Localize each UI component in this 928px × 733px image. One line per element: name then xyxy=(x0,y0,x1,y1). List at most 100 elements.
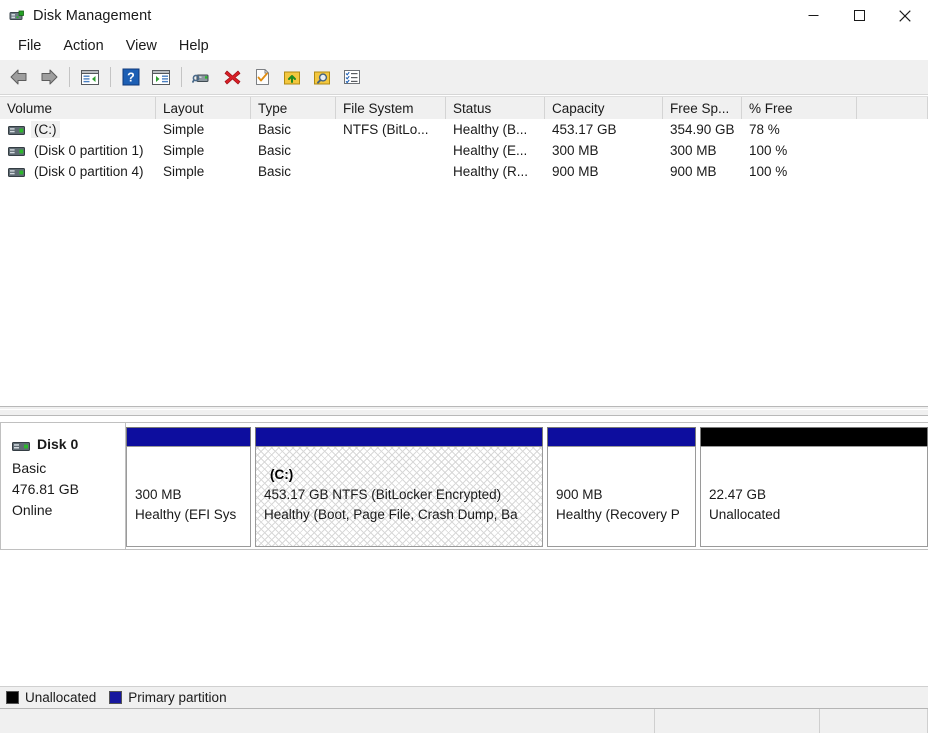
cell-text-free_space: 354.90 GB xyxy=(670,122,735,137)
legend-swatch xyxy=(109,691,123,704)
menu-file[interactable]: File xyxy=(7,35,52,57)
cell-text-capacity: 300 MB xyxy=(552,143,599,158)
menu-action[interactable]: Action xyxy=(52,35,114,57)
volume-name: (Disk 0 partition 4) xyxy=(34,164,144,179)
forward-button[interactable] xyxy=(35,63,63,91)
partition-size: 453.17 GB NTFS (BitLocker Encrypted) xyxy=(264,487,502,502)
column-type[interactable]: Type xyxy=(251,97,336,119)
status-pane-2 xyxy=(655,709,820,733)
partition-c[interactable]: (C:) 453.17 GB NTFS (BitLocker Encrypted)… xyxy=(255,427,543,547)
cell-volume: (Disk 0 partition 1) xyxy=(0,140,156,161)
svg-text:?: ? xyxy=(127,71,135,85)
cell-text-percent_free: 100 % xyxy=(749,143,788,158)
partition-body: 900 MB Healthy (Recovery P xyxy=(547,446,696,547)
table-row[interactable]: (Disk 0 partition 4) Simple Basic Healthy (… xyxy=(0,161,928,182)
legend-bar: Unallocated Primary partition xyxy=(0,686,928,708)
volume-icon xyxy=(8,124,25,135)
legend-unallocated: Unallocated xyxy=(6,690,96,705)
back-button[interactable] xyxy=(5,63,33,91)
partition-unallocated[interactable]: 22.47 GB Unallocated xyxy=(700,427,928,547)
disk-size: 476.81 GB xyxy=(12,481,79,497)
disk-info-panel[interactable]: Disk 0 Basic 476.81 GB Online xyxy=(0,422,126,550)
disk-type: Basic xyxy=(12,460,47,476)
legend-label: Unallocated xyxy=(25,690,97,705)
menu-bar: File Action View Help xyxy=(0,31,928,60)
legend-primary-partition: Primary partition xyxy=(109,690,227,705)
column-capacity[interactable]: Capacity xyxy=(545,97,663,119)
cell-text-free_space: 300 MB xyxy=(670,143,717,158)
partition-status: Healthy (Recovery P xyxy=(556,507,680,522)
help-button[interactable]: ? xyxy=(117,63,145,91)
detail-view-button[interactable] xyxy=(338,63,366,91)
cell-text-status: Healthy (R... xyxy=(453,164,529,179)
column-free-space[interactable]: Free Sp... xyxy=(663,97,742,119)
cell-layout: Simple xyxy=(156,119,251,140)
disk-management-icon xyxy=(9,8,25,24)
partition-body: (C:) 453.17 GB NTFS (BitLocker Encrypted)… xyxy=(255,446,543,547)
find-button[interactable] xyxy=(308,63,336,91)
partition-recovery[interactable]: 900 MB Healthy (Recovery P xyxy=(547,427,696,547)
cell-text-percent_free: 78 % xyxy=(749,122,780,137)
toolbar-separator xyxy=(69,67,70,87)
column-file-system[interactable]: File System xyxy=(336,97,446,119)
export-list-button[interactable] xyxy=(278,63,306,91)
column-filler[interactable] xyxy=(857,97,928,119)
cell-text-capacity: 900 MB xyxy=(552,164,599,179)
partition-capacity-bar xyxy=(700,427,928,446)
cell-status: Healthy (E... xyxy=(446,140,545,161)
partition-strip: 300 MB Healthy (EFI Sys (C:) 453.17 GB NTFS… xyxy=(126,422,928,550)
volume-icon xyxy=(8,145,25,156)
cell-type: Basic xyxy=(251,161,336,182)
cell-status: Healthy (R... xyxy=(446,161,545,182)
rescan-disks-button[interactable] xyxy=(188,63,216,91)
title-bar: Disk Management xyxy=(0,0,928,31)
partition-capacity-bar xyxy=(547,427,696,446)
partition-label-spacer xyxy=(709,465,927,485)
partition-efi[interactable]: 300 MB Healthy (EFI Sys xyxy=(126,427,251,547)
column-status[interactable]: Status xyxy=(446,97,545,119)
cell-free_space: 300 MB xyxy=(663,140,742,161)
cell-percent_free: 100 % xyxy=(742,140,857,161)
menu-view[interactable]: View xyxy=(115,35,168,57)
disk-icon xyxy=(12,439,30,451)
disk-row: Disk 0 Basic 476.81 GB Online 300 MB Heal… xyxy=(0,422,928,550)
partition-label-spacer xyxy=(135,465,250,485)
volume-list: Volume Layout Type File System Status Capacit… xyxy=(0,96,928,408)
column-layout[interactable]: Layout xyxy=(156,97,251,119)
partition-body: 300 MB Healthy (EFI Sys xyxy=(126,446,251,547)
menu-help[interactable]: Help xyxy=(168,35,220,57)
partition-size: 300 MB xyxy=(135,487,182,502)
cell-text-layout: Simple xyxy=(163,164,205,179)
cell-capacity: 900 MB xyxy=(545,161,663,182)
table-row[interactable]: (C:) Simple Basic NTFS (BitLo... Healthy (B.… xyxy=(0,119,928,140)
cell-text-percent_free: 100 % xyxy=(749,164,788,179)
cell-volume: (Disk 0 partition 4) xyxy=(0,161,156,182)
cell-capacity: 453.17 GB xyxy=(545,119,663,140)
cell-type: Basic xyxy=(251,140,336,161)
table-row[interactable]: (Disk 0 partition 1) Simple Basic Healthy (… xyxy=(0,140,928,161)
show-hide-action-pane-button[interactable] xyxy=(147,63,175,91)
toolbar-separator xyxy=(110,67,111,87)
volume-icon xyxy=(8,166,25,177)
minimize-button[interactable] xyxy=(790,0,836,31)
partition-status: Healthy (Boot, Page File, Crash Dump, Ba xyxy=(264,507,518,522)
column-volume[interactable]: Volume xyxy=(0,97,156,119)
cell-file_system: NTFS (BitLo... xyxy=(336,119,446,140)
pane-splitter[interactable] xyxy=(0,406,928,416)
maximize-button[interactable] xyxy=(836,0,882,31)
cell-text-free_space: 900 MB xyxy=(670,164,717,179)
cell-text-status: Healthy (B... xyxy=(453,122,528,137)
close-button[interactable] xyxy=(882,0,928,31)
column-percent-free[interactable]: % Free xyxy=(742,97,857,119)
volume-list-rows: (C:) Simple Basic NTFS (BitLo... Healthy (B.… xyxy=(0,119,928,182)
legend-swatch xyxy=(6,691,19,704)
show-hide-console-tree-button[interactable] xyxy=(76,63,104,91)
partition-size: 900 MB xyxy=(556,487,603,502)
delete-button[interactable] xyxy=(218,63,246,91)
volume-name: (Disk 0 partition 1) xyxy=(34,143,144,158)
partition-body: 22.47 GB Unallocated xyxy=(700,446,928,547)
window-title: Disk Management xyxy=(33,7,152,24)
cell-capacity: 300 MB xyxy=(545,140,663,161)
properties-button[interactable] xyxy=(248,63,276,91)
cell-text-capacity: 453.17 GB xyxy=(552,122,617,137)
